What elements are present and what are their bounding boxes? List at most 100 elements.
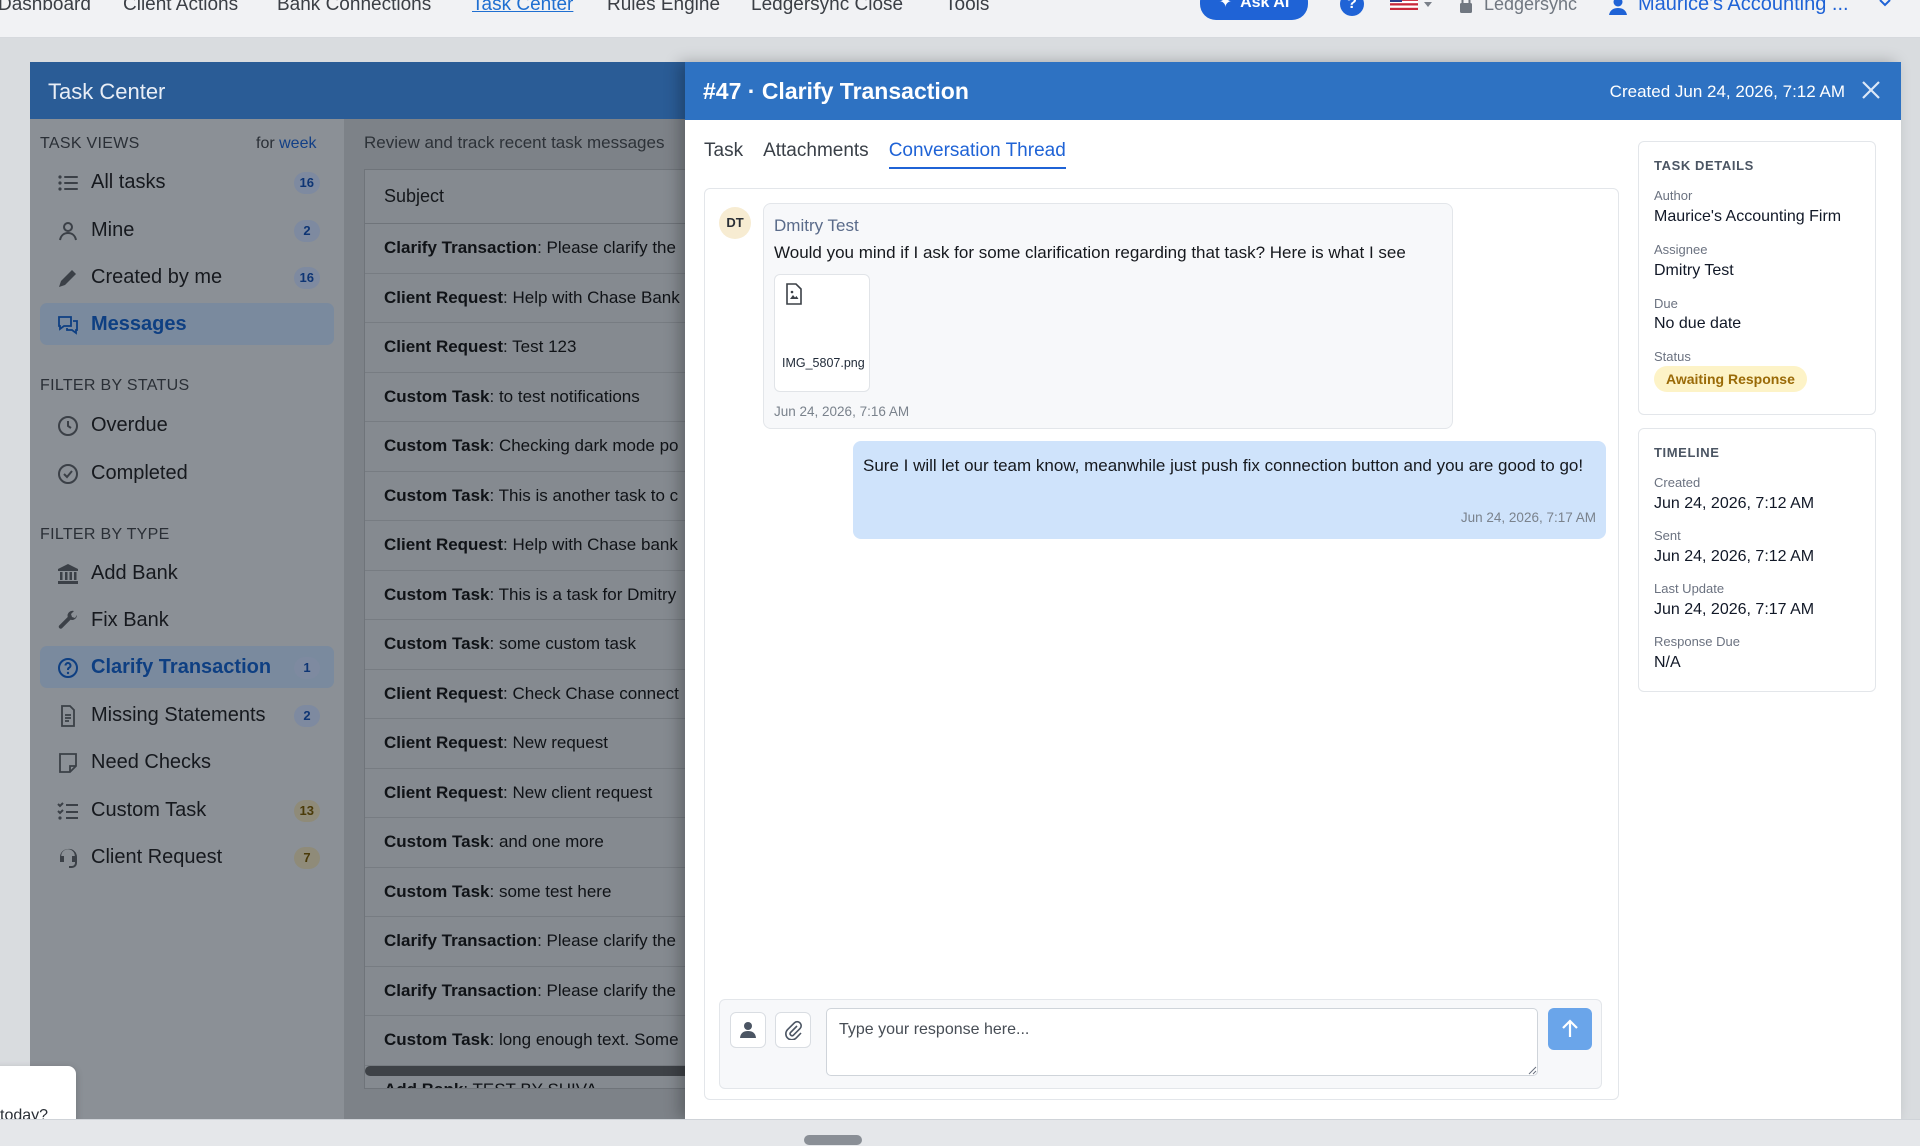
count-badge: 16	[293, 267, 320, 289]
nav-link-ledgersync-close[interactable]: Ledgersync Close	[751, 0, 903, 16]
chevron-down-icon[interactable]	[1424, 2, 1432, 7]
sidebar-item-created-by-me[interactable]: Created by me 16	[40, 256, 334, 298]
status-label: Status	[1654, 349, 1691, 364]
chevron-down-icon[interactable]	[1878, 0, 1892, 8]
close-icon[interactable]	[1859, 78, 1883, 102]
table-row[interactable]: Custom Task: some custom task	[365, 620, 689, 670]
sidebar-item-custom-task[interactable]: Custom Task 13	[40, 789, 334, 831]
mention-user-button[interactable]	[730, 1012, 766, 1048]
sidebar-item-mine[interactable]: Mine 2	[40, 209, 334, 251]
nav-link-client-actions[interactable]: Client Actions	[123, 0, 238, 16]
separator: :	[537, 980, 547, 1000]
table-row[interactable]: Custom Task: Checking dark mode po	[365, 422, 689, 472]
author-value: Maurice's Accounting Firm	[1654, 208, 1842, 225]
task-type: Client Request	[384, 733, 504, 752]
task-type: Custom Task	[384, 881, 490, 901]
wrench-icon	[58, 610, 78, 629]
person-icon	[740, 1022, 756, 1038]
attach-file-button[interactable]	[775, 1012, 811, 1048]
table-row[interactable]: Client Request: Test 123	[365, 323, 689, 373]
table-row[interactable]: Clarify Transaction: Please clarify the	[365, 967, 689, 1016]
separator: :	[503, 337, 513, 356]
sidebar-item-missing-statements[interactable]: Missing Statements 2	[40, 694, 334, 736]
attachment-tile[interactable]: IMG_5807.png	[774, 274, 870, 392]
conversation-thread: DT Dmitry Test Would you mind if I ask f…	[704, 188, 1619, 1100]
card-title: TASK DETAILS	[1654, 158, 1754, 173]
table-row[interactable]: Custom Task: and one more	[365, 818, 689, 868]
sidebar-item-label: Client Request	[91, 846, 223, 868]
ledgersync-label[interactable]: Ledgersync	[1484, 0, 1577, 15]
task-subject: Help with Chase Bank	[512, 287, 680, 307]
reply-composer	[719, 999, 1602, 1089]
separator: :	[489, 436, 499, 455]
tab-task[interactable]: Task	[704, 140, 743, 169]
nav-link-tools[interactable]: Tools	[945, 0, 989, 16]
nav-link-dashboard[interactable]: Dashboard	[0, 0, 91, 16]
table-row[interactable]: Clarify Transaction: Please clarify the	[365, 224, 689, 274]
firm-switcher[interactable]: Maurice's Accounting ...	[1638, 0, 1849, 16]
nav-link-rules-engine[interactable]: Rules Engine	[607, 0, 720, 16]
period-filter[interactable]: for week	[256, 135, 316, 153]
sidebar-item-label: Add Bank	[91, 562, 178, 584]
tab-conversation-thread[interactable]: Conversation Thread	[888, 140, 1066, 169]
resize-grip-icon[interactable]	[1528, 1066, 1537, 1075]
count-badge: 1	[294, 657, 320, 679]
sent-label: Sent	[1654, 528, 1681, 543]
separator: :	[537, 931, 547, 950]
sidebar-item-need-checks[interactable]: Need Checks	[40, 741, 334, 783]
sidebar-item-fix-bank[interactable]: Fix Bank	[40, 599, 334, 641]
nav-link-bank-connections[interactable]: Bank Connections	[277, 0, 431, 16]
table-row[interactable]: Custom Task: This is another task to c	[365, 472, 689, 521]
task-center-header: Task Center	[30, 62, 690, 119]
sidebar-item-clarify-transaction[interactable]: Clarify Transaction 1	[40, 646, 334, 688]
nav-link-task-center[interactable]: Task Center	[472, 0, 573, 16]
sidebar-item-label: Missing Statements	[91, 704, 266, 726]
us-flag-icon[interactable]	[1390, 0, 1418, 10]
sidebar-item-completed[interactable]: Completed	[40, 452, 334, 494]
incoming-message: Dmitry Test Would you mind if I ask for …	[763, 203, 1453, 429]
assignee-label: Assignee	[1654, 242, 1708, 257]
period-for-label: for	[256, 135, 275, 152]
task-list-area: Review and track recent task messages Su…	[344, 119, 690, 1119]
task-type: Client Request	[384, 535, 504, 554]
task-type: Custom Task	[384, 386, 490, 406]
message-time: Jun 24, 2026, 7:16 AM	[774, 404, 910, 419]
table-row[interactable]: Client Request: New request	[365, 719, 689, 769]
page-title: Task Center	[48, 79, 166, 104]
sidebar-item-add-bank[interactable]: Add Bank	[40, 552, 334, 594]
ask-ai-button[interactable]: ✦ Ask AI	[1200, 0, 1308, 20]
created-label: Created	[1654, 475, 1701, 490]
table-row[interactable]: Client Request: Help with Chase bank	[365, 521, 689, 571]
table-row[interactable]: Client Request: Help with Chase Bank	[365, 274, 689, 323]
task-subject: Help with Chase bank	[512, 535, 678, 554]
table-row[interactable]: Client Request: Check Chase connect	[365, 670, 689, 719]
sidebar-item-messages[interactable]: Messages	[40, 303, 334, 345]
table-row[interactable]: Custom Task: long enough text. Some	[365, 1016, 689, 1066]
task-subject: Please clarify the	[546, 238, 676, 257]
sidebar-item-all-tasks[interactable]: All tasks 16	[40, 161, 334, 203]
task-subject: Check Chase connect	[512, 683, 679, 703]
paperclip-icon	[785, 1020, 802, 1040]
sidebar-item-overdue[interactable]: Overdue	[40, 404, 334, 446]
bottom-bar	[0, 1119, 1920, 1146]
horizontal-scrollbar[interactable]	[365, 1066, 689, 1076]
table-row[interactable]: Custom Task: some test here	[365, 868, 689, 917]
reply-input[interactable]	[826, 1008, 1538, 1076]
table-row[interactable]: Clarify Transaction: Please clarify the	[365, 917, 689, 967]
table-row[interactable]: Client Request: New client request	[365, 769, 689, 818]
table-row[interactable]: Custom Task: This is a task for Dmitry	[365, 571, 689, 620]
task-type: Clarify Transaction	[384, 931, 538, 950]
send-button[interactable]	[1548, 1008, 1592, 1050]
sidebar-item-client-request[interactable]: Client Request 7	[40, 836, 334, 878]
period-value[interactable]: week	[279, 135, 316, 152]
column-header-subject[interactable]: Subject	[365, 170, 689, 224]
drag-handle[interactable]	[804, 1135, 862, 1145]
tab-attachments[interactable]: Attachments	[763, 140, 869, 169]
separator: :	[489, 485, 499, 505]
task-title: #47 · Clarify Transaction	[703, 78, 969, 104]
section-filter-by-type: FILTER BY TYPE	[40, 526, 170, 543]
table-row[interactable]: Custom Task: to test notifications	[365, 373, 689, 422]
task-subject: and one more	[498, 832, 604, 851]
help-icon[interactable]: ?	[1340, 0, 1364, 16]
task-detail-panel: #47 · Clarify Transaction Created Jun 24…	[685, 62, 1901, 1119]
